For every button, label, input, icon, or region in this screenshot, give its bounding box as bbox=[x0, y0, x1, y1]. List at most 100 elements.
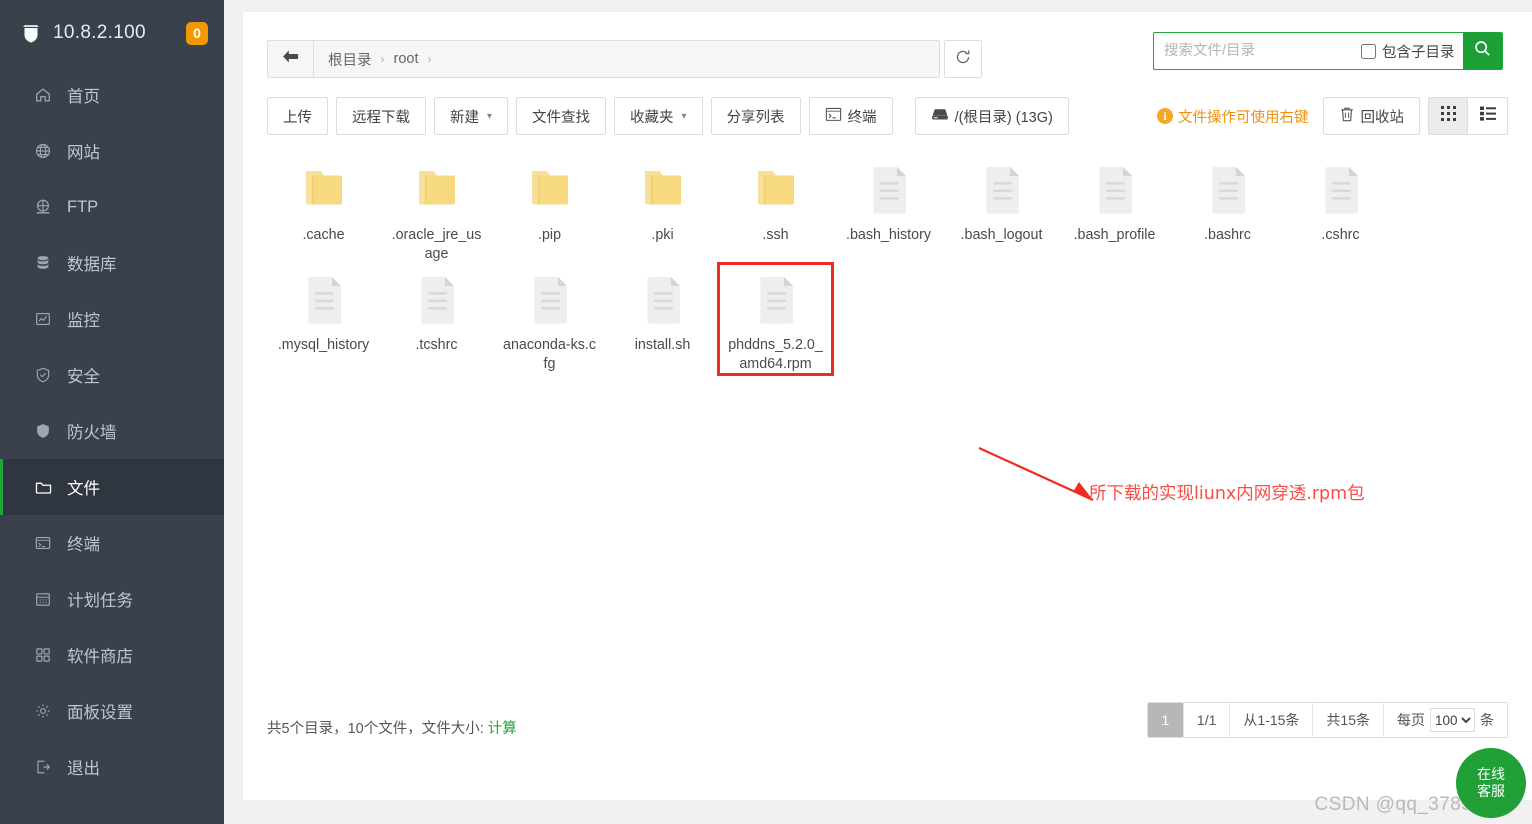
share-list-button[interactable]: 分享列表 bbox=[710, 97, 801, 135]
sidebar-item-label: 数据库 bbox=[67, 256, 117, 274]
annotation-arrow bbox=[978, 446, 1094, 502]
file-item-highlighted[interactable]: phddns_5.2.0_amd64.rpm bbox=[717, 262, 834, 376]
sidebar-item-terminal[interactable]: 终端 bbox=[0, 515, 224, 571]
file-name-label: .oracle_jre_usage bbox=[391, 227, 482, 262]
folder-item[interactable]: .oracle_jre_usage bbox=[380, 154, 493, 264]
remote-download-button[interactable]: 远程下载 bbox=[336, 97, 426, 135]
sidebar: 10.8.2.100 0 首页 网站 FTP 数据库 监控 安全 防火墙 文件 … bbox=[0, 0, 224, 824]
grid-apps-icon bbox=[33, 645, 53, 665]
file-item[interactable]: install.sh bbox=[606, 264, 719, 374]
terminal-icon bbox=[33, 533, 53, 553]
folder-item[interactable]: .pki bbox=[606, 154, 719, 264]
pagination: 1 1/1 从1-15条 共15条 每页 102050100200 条 bbox=[1146, 702, 1508, 738]
include-subdir-toggle[interactable]: 包含子目录 bbox=[1361, 33, 1463, 69]
sidebar-item-crontab[interactable]: 计划任务 bbox=[0, 571, 224, 627]
file-name-label: .bash_logout bbox=[960, 227, 1043, 243]
folder-item[interactable]: .ssh bbox=[719, 154, 832, 264]
disk-usage-button[interactable]: /(根目录) (13G) bbox=[914, 97, 1069, 135]
file-name-label: phddns_5.2.0_amd64.rpm bbox=[728, 337, 823, 372]
sidebar-item-monitor[interactable]: 监控 bbox=[0, 291, 224, 347]
sidebar-item-label: 首页 bbox=[67, 88, 100, 106]
file-name-label: install.sh bbox=[634, 337, 691, 353]
online-service-button[interactable]: 在线 客服 bbox=[1456, 748, 1526, 818]
file-name-label: .bash_profile bbox=[1073, 227, 1156, 243]
file-item[interactable]: .bash_history bbox=[832, 154, 945, 264]
logout-icon bbox=[33, 757, 53, 777]
server-ip-label: 10.8.2.100 bbox=[53, 22, 146, 43]
file-item[interactable]: .bash_logout bbox=[945, 154, 1058, 264]
back-button[interactable] bbox=[268, 41, 314, 77]
fab-line1: 在线 bbox=[1477, 766, 1505, 782]
folder-icon bbox=[524, 162, 576, 218]
sidebar-item-firewall[interactable]: 防火墙 bbox=[0, 403, 224, 459]
sidebar-item-logout[interactable]: 退出 bbox=[0, 739, 224, 795]
file-item[interactable]: anaconda-ks.cfg bbox=[493, 264, 606, 374]
terminal-button[interactable]: 终端 bbox=[808, 97, 893, 135]
folder-item[interactable]: .cache bbox=[267, 154, 380, 264]
file-icon bbox=[637, 272, 689, 328]
file-stats: 共5个目录，10个文件，文件大小: 计算 bbox=[267, 717, 517, 738]
file-search-label: 文件查找 bbox=[532, 109, 591, 126]
path-toolbar: 根目录 › root › 搜索文件/目录 包含子目录 bbox=[243, 12, 1532, 86]
breadcrumb-item-current[interactable]: root bbox=[394, 51, 419, 67]
search-button[interactable] bbox=[1462, 33, 1502, 69]
sidebar-item-label: 终端 bbox=[67, 536, 100, 554]
folder-icon bbox=[33, 477, 53, 497]
sidebar-item-home[interactable]: 首页 bbox=[0, 67, 224, 123]
file-item[interactable]: .bash_profile bbox=[1058, 154, 1171, 264]
upload-button[interactable]: 上传 bbox=[267, 97, 328, 135]
sidebar-item-label: 防火墙 bbox=[67, 424, 117, 442]
sidebar-item-label: 安全 bbox=[67, 368, 100, 386]
grid-view-button[interactable] bbox=[1428, 97, 1468, 135]
recycle-bin-button[interactable]: 回收站 bbox=[1322, 97, 1420, 135]
annotation-text: 所下载的实现liunx内网穿透.rpm包 bbox=[1089, 484, 1365, 504]
sidebar-item-panel-settings[interactable]: 面板设置 bbox=[0, 683, 224, 739]
file-item[interactable]: .mysql_history bbox=[267, 264, 380, 374]
file-item[interactable]: .tcshrc bbox=[380, 264, 493, 374]
breadcrumb-separator: › bbox=[380, 52, 385, 66]
page-number-1[interactable]: 1 bbox=[1147, 703, 1184, 737]
right-click-tip: i 文件操作可使用右键 bbox=[1157, 106, 1309, 127]
file-search-button[interactable]: 文件查找 bbox=[516, 97, 607, 135]
file-name-label: .bash_history bbox=[845, 227, 932, 243]
list-view-button[interactable] bbox=[1468, 97, 1508, 135]
new-button[interactable]: 新建 ▾ bbox=[434, 97, 509, 135]
sidebar-item-appstore[interactable]: 软件商店 bbox=[0, 627, 224, 683]
sidebar-item-security[interactable]: 安全 bbox=[0, 347, 224, 403]
sidebar-item-files[interactable]: 文件 bbox=[0, 459, 224, 515]
sidebar-item-database[interactable]: 数据库 bbox=[0, 235, 224, 291]
favorites-button[interactable]: 收藏夹 ▾ bbox=[614, 97, 703, 135]
share-list-label: 分享列表 bbox=[726, 109, 785, 126]
sidebar-item-website[interactable]: 网站 bbox=[0, 123, 224, 179]
calculate-size-link[interactable]: 计算 bbox=[488, 721, 517, 737]
file-icon bbox=[863, 162, 915, 218]
folder-icon bbox=[637, 162, 689, 218]
file-item[interactable]: .bashrc bbox=[1171, 154, 1284, 264]
toolbar-right-group: i 文件操作可使用右键 回收站 bbox=[1157, 86, 1508, 146]
favorites-label: 收藏夹 bbox=[630, 109, 674, 126]
file-icon bbox=[524, 272, 576, 328]
folder-item[interactable]: .pip bbox=[493, 154, 606, 264]
file-name-label: .cache bbox=[302, 227, 345, 243]
file-grid: .cache .oracle_jre_usage .pip .pki .ssh … bbox=[243, 146, 1532, 376]
sidebar-item-ftp[interactable]: FTP bbox=[0, 179, 224, 235]
per-page-select[interactable]: 102050100200 bbox=[1430, 708, 1475, 732]
file-item[interactable]: .cshrc bbox=[1284, 154, 1397, 264]
include-subdir-checkbox[interactable] bbox=[1361, 43, 1376, 59]
monitor-chart-icon bbox=[33, 309, 53, 329]
info-icon: i bbox=[1157, 108, 1173, 124]
file-name-label: .tcshrc bbox=[415, 337, 458, 353]
search-input[interactable] bbox=[1154, 33, 1361, 69]
recycle-bin-label: 回收站 bbox=[1360, 109, 1405, 126]
search-icon bbox=[1473, 39, 1492, 63]
breadcrumb-item-root[interactable]: 根目录 bbox=[328, 49, 372, 70]
sidebar-item-label: 网站 bbox=[67, 144, 100, 162]
panel-footer: 共5个目录，10个文件，文件大小: 计算 1 1/1 从1-15条 共15条 每… bbox=[243, 702, 1532, 738]
refresh-button[interactable] bbox=[944, 40, 982, 78]
file-manager-panel: 根目录 › root › 搜索文件/目录 包含子目录 上传 远程下载 新建 ▾ … bbox=[243, 12, 1532, 818]
file-name-label: .pki bbox=[651, 227, 674, 243]
shield-check-icon bbox=[33, 365, 53, 385]
sidebar-header: 10.8.2.100 0 bbox=[0, 0, 224, 67]
notification-badge[interactable]: 0 bbox=[186, 21, 208, 45]
home-icon bbox=[33, 85, 53, 105]
